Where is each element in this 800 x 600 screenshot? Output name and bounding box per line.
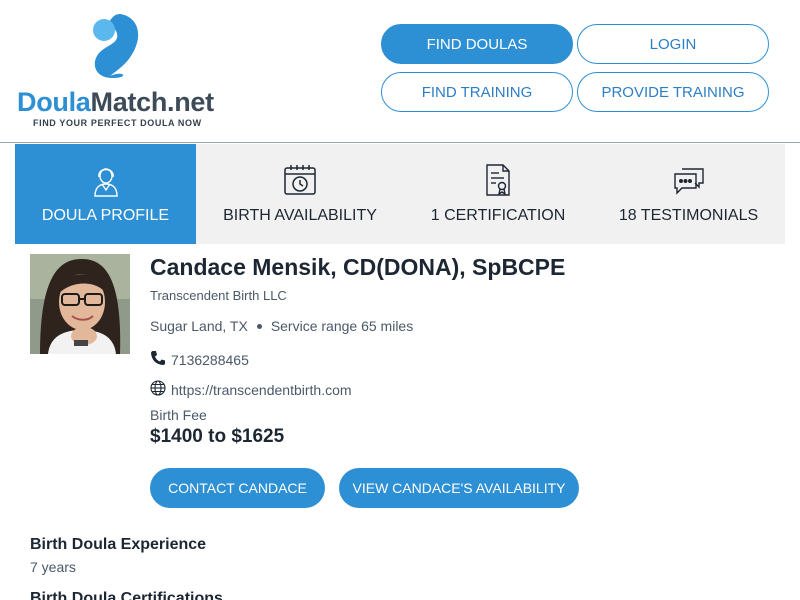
- tab-label: BIRTH AVAILABILITY: [223, 207, 377, 224]
- experience-heading: Birth Doula Experience: [30, 536, 207, 553]
- tab-label: 1 CERTIFICATION: [430, 207, 566, 224]
- doula-name: Candace Mensik, CD(DONA), SpBCPE: [150, 254, 566, 280]
- tab-birth-availability[interactable]: BIRTH AVAILABILITY: [196, 144, 404, 244]
- birth-fee-label: Birth Fee: [150, 407, 207, 423]
- tab-testimonials[interactable]: 18 TESTIMONIALS: [592, 144, 785, 244]
- company-name: Transcendent Birth LLC: [150, 288, 287, 303]
- profile-photo: [30, 254, 130, 354]
- find-training-button[interactable]: FIND TRAINING: [381, 72, 573, 112]
- chat-bubbles-icon: [672, 163, 706, 197]
- logo-mark-icon: [93, 14, 139, 78]
- find-doulas-button[interactable]: FIND DOULAS: [381, 24, 573, 64]
- tab-label: DOULA PROFILE: [41, 207, 170, 224]
- tab-label: 18 TESTIMONIALS: [618, 207, 759, 224]
- separator-dot: [256, 323, 262, 329]
- logo-tagline: FIND YOUR PERFECT DOULA NOW: [33, 118, 202, 128]
- view-availability-button[interactable]: VIEW CANDACE'S AVAILABILITY: [339, 468, 579, 508]
- site-header: DoulaMatch.net FIND YOUR PERFECT DOULA N…: [0, 0, 800, 143]
- location: Sugar Land, TX: [150, 318, 248, 334]
- birth-fee-value: $1400 to $1625: [150, 426, 285, 447]
- calendar-clock-icon: [283, 163, 317, 197]
- phone-number[interactable]: 7136288465: [171, 352, 249, 368]
- website-link[interactable]: https://transcendentbirth.com: [171, 382, 352, 398]
- contact-button[interactable]: CONTACT CANDACE: [150, 468, 325, 508]
- provide-training-button[interactable]: PROVIDE TRAINING: [577, 72, 769, 112]
- logo-text-part1: Doula: [17, 87, 91, 117]
- logo-text-part2: Match.net: [90, 87, 215, 117]
- experience-value: 7 years: [30, 559, 76, 575]
- phone-icon: [150, 350, 166, 369]
- doula-icon: [89, 163, 123, 197]
- website-row[interactable]: https://transcendentbirth.com: [150, 380, 352, 399]
- tab-certification[interactable]: 1 CERTIFICATION: [404, 144, 592, 244]
- phone-row[interactable]: 7136288465: [150, 350, 249, 369]
- login-button[interactable]: LOGIN: [577, 24, 769, 64]
- profile-tabs: DOULA PROFILE BIRTH AVAILABILITY 1 CERTI…: [15, 144, 785, 244]
- certifications-heading: Birth Doula Certifications: [30, 590, 223, 600]
- globe-icon: [150, 380, 166, 399]
- service-range: Service range 65 miles: [270, 318, 414, 334]
- tab-doula-profile[interactable]: DOULA PROFILE: [15, 144, 196, 244]
- location-row: Sugar Land, TX Service range 65 miles: [150, 318, 413, 334]
- certificate-icon: [481, 163, 515, 197]
- logo-text: DoulaMatch.net: [17, 86, 214, 118]
